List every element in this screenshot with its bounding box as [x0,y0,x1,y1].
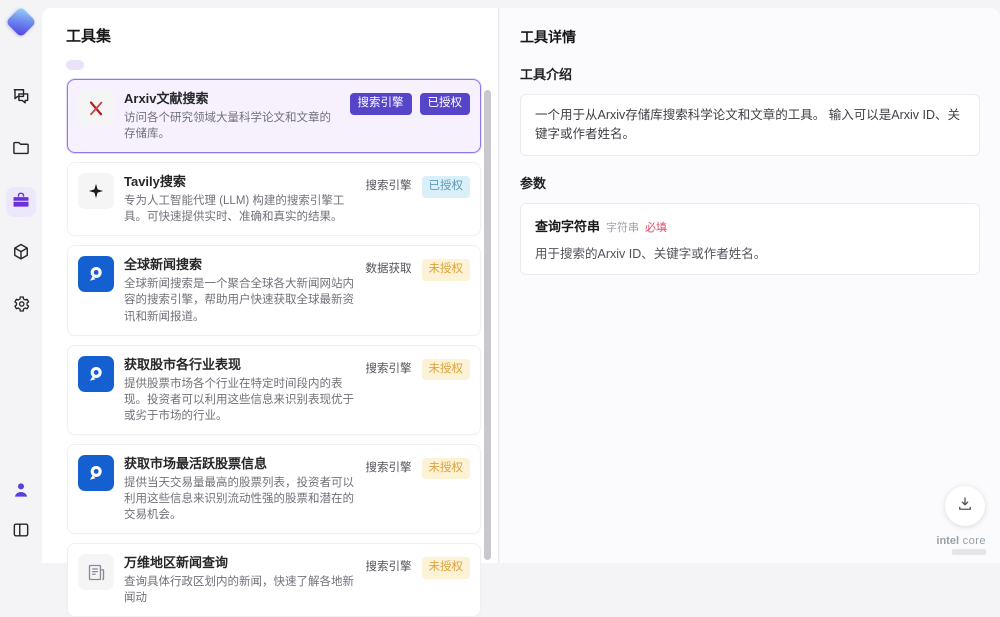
param-description: 用于搜索的Arxiv ID、关键字或作者姓名。 [535,246,767,261]
sidebar-item-files[interactable] [6,135,36,165]
intro-heading: 工具介绍 [520,67,573,82]
tool-card-body: 全球新闻搜索 全球新闻搜索是一个聚合全球各大新闻网站内容的搜索引擎，帮助用户快速… [124,256,364,324]
param-header: 查询字符串 字符串 必填 [535,216,965,235]
tool-card[interactable]: 全球新闻搜索 全球新闻搜索是一个聚合全球各大新闻网站内容的搜索引擎，帮助用户快速… [67,245,481,336]
category-badge: 搜索引擎 [349,93,412,115]
user-icon [11,480,31,505]
tool-name: 全球新闻搜索 [124,257,203,273]
tool-card[interactable]: Tavily搜索 专为人工智能代理 (LLM) 构建的搜索引擎工具。可快速提供实… [67,162,481,237]
category-badge: 搜索引擎 [365,362,412,375]
auth-badge: 未授权 [421,358,470,381]
detail-title: 工具详情 [520,29,576,45]
sidebar-item-account[interactable] [6,477,36,507]
auth-badge: 未授权 [421,457,470,480]
search-app-icon [78,454,114,491]
params-heading: 参数 [520,175,547,191]
category-badge: 搜索引擎 [365,180,412,193]
auth-badge: 未授权 [421,259,470,281]
intel-core-badge: intel core [936,535,986,555]
left-sidebar [0,0,42,563]
gear-icon [11,294,31,319]
app-logo-icon [5,6,37,38]
tool-card[interactable]: Arxiv文献搜索 访问各个研究领域大量科学论文和文章的存储库。 搜索引擎 已授… [67,79,481,154]
tool-list: Arxiv文献搜索 访问各个研究领域大量科学论文和文章的存储库。 搜索引擎 已授… [67,79,481,617]
download-icon [956,495,974,518]
category-tab[interactable] [94,60,112,70]
cube-icon [11,242,31,267]
category-tab[interactable] [66,60,84,70]
tool-card-body: 获取股市各行业表现 提供股票市场各个行业在特定时间段内的表现。投资者可以利用这些… [124,356,364,424]
tavily-star-icon [78,173,114,210]
list-scrollbar[interactable] [484,90,491,560]
tool-card[interactable]: 获取市场最活跃股票信息 提供当天交易量最高的股票列表，投资者可以利用这些信息来识… [67,443,481,535]
search-app-icon [78,256,114,293]
category-tab[interactable] [150,60,168,70]
chat-icon [11,86,31,111]
tool-name: 获取股市各行业表现 [124,356,242,372]
category-tab[interactable] [122,60,140,70]
tool-card-body: 万维地区新闻查询 查询具体行政区划内的新闻，快速了解各地新闻动 [124,554,364,606]
param-list: 查询字符串 字符串 必填 用于搜索的Arxiv ID、关键字或作者姓名。 [520,202,980,275]
sidebar-bottom [6,477,36,563]
category-badge: 搜索引擎 [365,461,412,474]
panel-toggle-icon [11,520,31,545]
tool-list-panel: 工具集 Arxiv文献搜索 访问各个研究领域大量科学论文和文章的存储库。 搜索引… [42,8,499,617]
sidebar-item-plugins[interactable] [6,239,36,269]
tool-card-body: Arxiv文献搜索 访问各个研究领域大量科学论文和文章的存储库。 [124,90,350,142]
tool-description: 查询具体行政区划内的新闻，快速了解各地新闻动 [124,576,354,605]
sidebar-item-collapse[interactable] [6,517,36,547]
tool-badges: 搜索引擎 未授权 [364,358,470,381]
sidebar-item-settings[interactable] [6,291,36,321]
param-card: 查询字符串 字符串 必填 用于搜索的Arxiv ID、关键字或作者姓名。 [520,202,980,275]
folder-icon [11,138,31,163]
auth-badge: 未授权 [421,557,470,579]
intel-sub-mark [952,549,986,555]
sidebar-nav [6,83,36,321]
search-app-icon [78,355,114,392]
category-badge: 搜索引擎 [365,561,412,574]
toolbox-icon [11,190,31,215]
app-window: 工具集 Arxiv文献搜索 访问各个研究领域大量科学论文和文章的存储库。 搜索引… [0,0,1000,617]
auth-badge: 已授权 [421,176,470,198]
intel-core-label: intel core [936,535,986,547]
tool-name: 获取市场最活跃股票信息 [124,455,268,471]
tool-card-body: Tavily搜索 专为人工智能代理 (LLM) 构建的搜索引擎工具。可快速提供实… [124,173,364,225]
tool-badges: 搜索引擎 未授权 [364,457,470,480]
tool-description: 提供股票市场各个行业在特定时间段内的表现。投资者可以利用这些信息来识别表现优于或… [124,377,354,422]
arxiv-logo-icon [78,90,114,126]
tool-intro-text: 一个用于从Arxiv存储库搜索科学论文和文章的工具。 输入可以是Arxiv ID… [520,94,980,156]
tool-badges: 搜索引擎 未授权 [364,557,470,579]
sidebar-item-tools[interactable] [6,187,36,217]
tool-card-body: 获取市场最活跃股票信息 提供当天交易量最高的股票列表，投资者可以利用这些信息来识… [124,455,364,523]
param-required-badge: 必填 [645,221,668,234]
sidebar-item-chat[interactable] [6,83,36,113]
tool-description: 提供当天交易量最高的股票列表，投资者可以利用这些信息来识别流动性强的股票和潜在的… [124,476,354,522]
tool-badges: 搜索引擎 已授权 [349,93,470,115]
page-title: 工具集 [66,28,112,45]
category-badge: 数据获取 [365,263,412,276]
param-type: 字符串 [606,221,640,234]
tool-badges: 搜索引擎 已授权 [364,176,470,198]
tool-detail-panel: 工具详情 工具介绍 一个用于从Arxiv存储库搜索科学论文和文章的工具。 输入可… [500,8,1000,563]
newspaper-icon [78,554,114,591]
tool-description: 全球新闻搜索是一个聚合全球各大新闻网站内容的搜索引擎，帮助用户快速获取全球最新资… [124,278,354,323]
auth-badge: 已授权 [419,93,470,115]
category-tabs [66,60,498,70]
param-name: 查询字符串 [535,218,601,234]
tool-name: Tavily搜索 [124,174,186,190]
download-button[interactable] [945,486,985,526]
tool-card[interactable]: 万维地区新闻查询 查询具体行政区划内的新闻，快速了解各地新闻动 搜索引擎 未授权 [67,543,481,617]
tool-description: 访问各个研究领域大量科学论文和文章的存储库。 [124,112,331,141]
tool-card[interactable]: 获取股市各行业表现 提供股票市场各个行业在特定时间段内的表现。投资者可以利用这些… [67,344,481,435]
tool-description: 专为人工智能代理 (LLM) 构建的搜索引擎工具。可快速提供实时、准确和真实的结… [124,195,345,224]
tool-badges: 数据获取 未授权 [364,259,470,281]
tool-name: Arxiv文献搜索 [124,91,209,106]
